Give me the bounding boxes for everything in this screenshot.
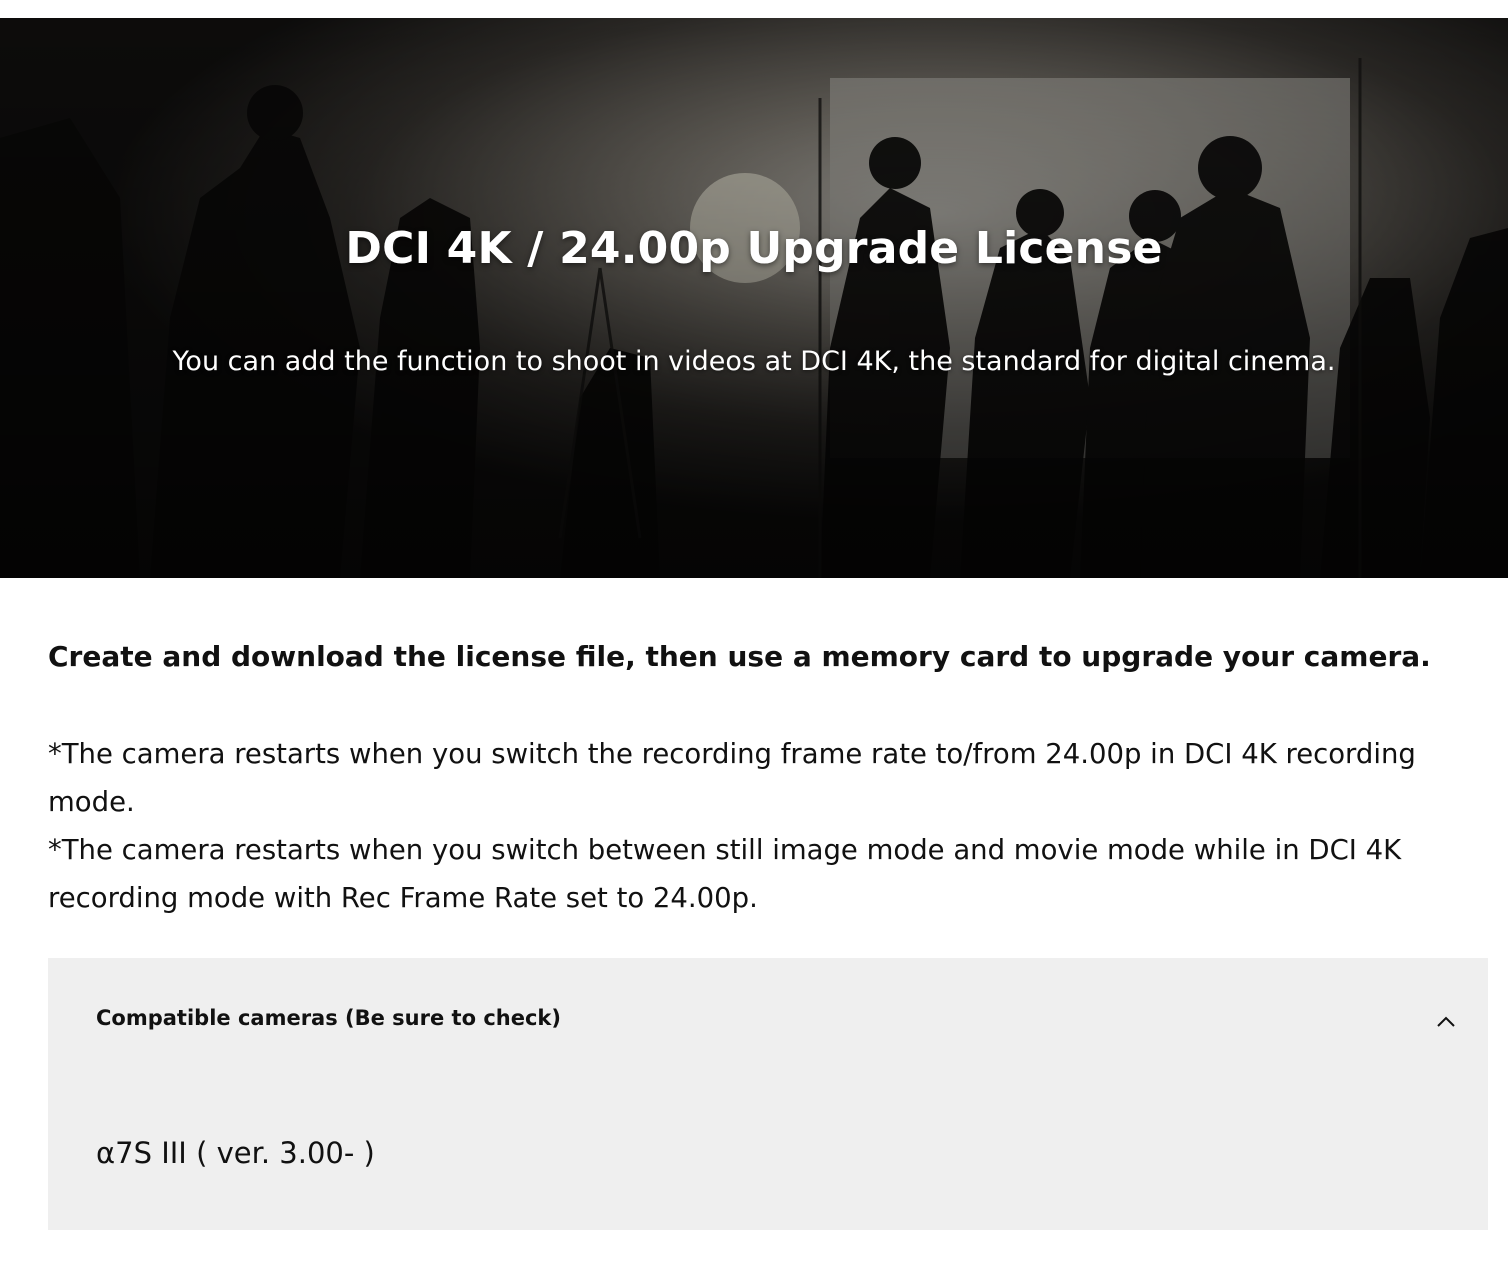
note-frame-rate-restart: *The camera restarts when you switch the… [48,738,1416,818]
accordion-title: Compatible cameras (Be sure to check) [96,1006,561,1030]
hero-background-image [0,18,1508,578]
compatible-cameras-toggle[interactable]: Compatible cameras (Be sure to check) [48,958,1488,1082]
hero-subtitle: You can add the function to shoot in vid… [172,346,1336,377]
compatible-camera-item: α7S III ( ver. 3.00- ) [96,1136,375,1170]
restart-notes: *The camera restarts when you switch the… [48,730,1493,922]
page-title: DCI 4K / 24.00p Upgrade License [345,223,1163,274]
chevron-up-icon[interactable] [1434,1010,1458,1034]
compatible-cameras-accordion: Compatible cameras (Be sure to check) α7… [48,958,1488,1230]
note-mode-switch-restart: *The camera restarts when you switch bet… [48,834,1402,914]
intro-lead-text: Create and download the license file, th… [48,640,1431,673]
hero-banner: DCI 4K / 24.00p Upgrade License You can … [0,18,1508,578]
